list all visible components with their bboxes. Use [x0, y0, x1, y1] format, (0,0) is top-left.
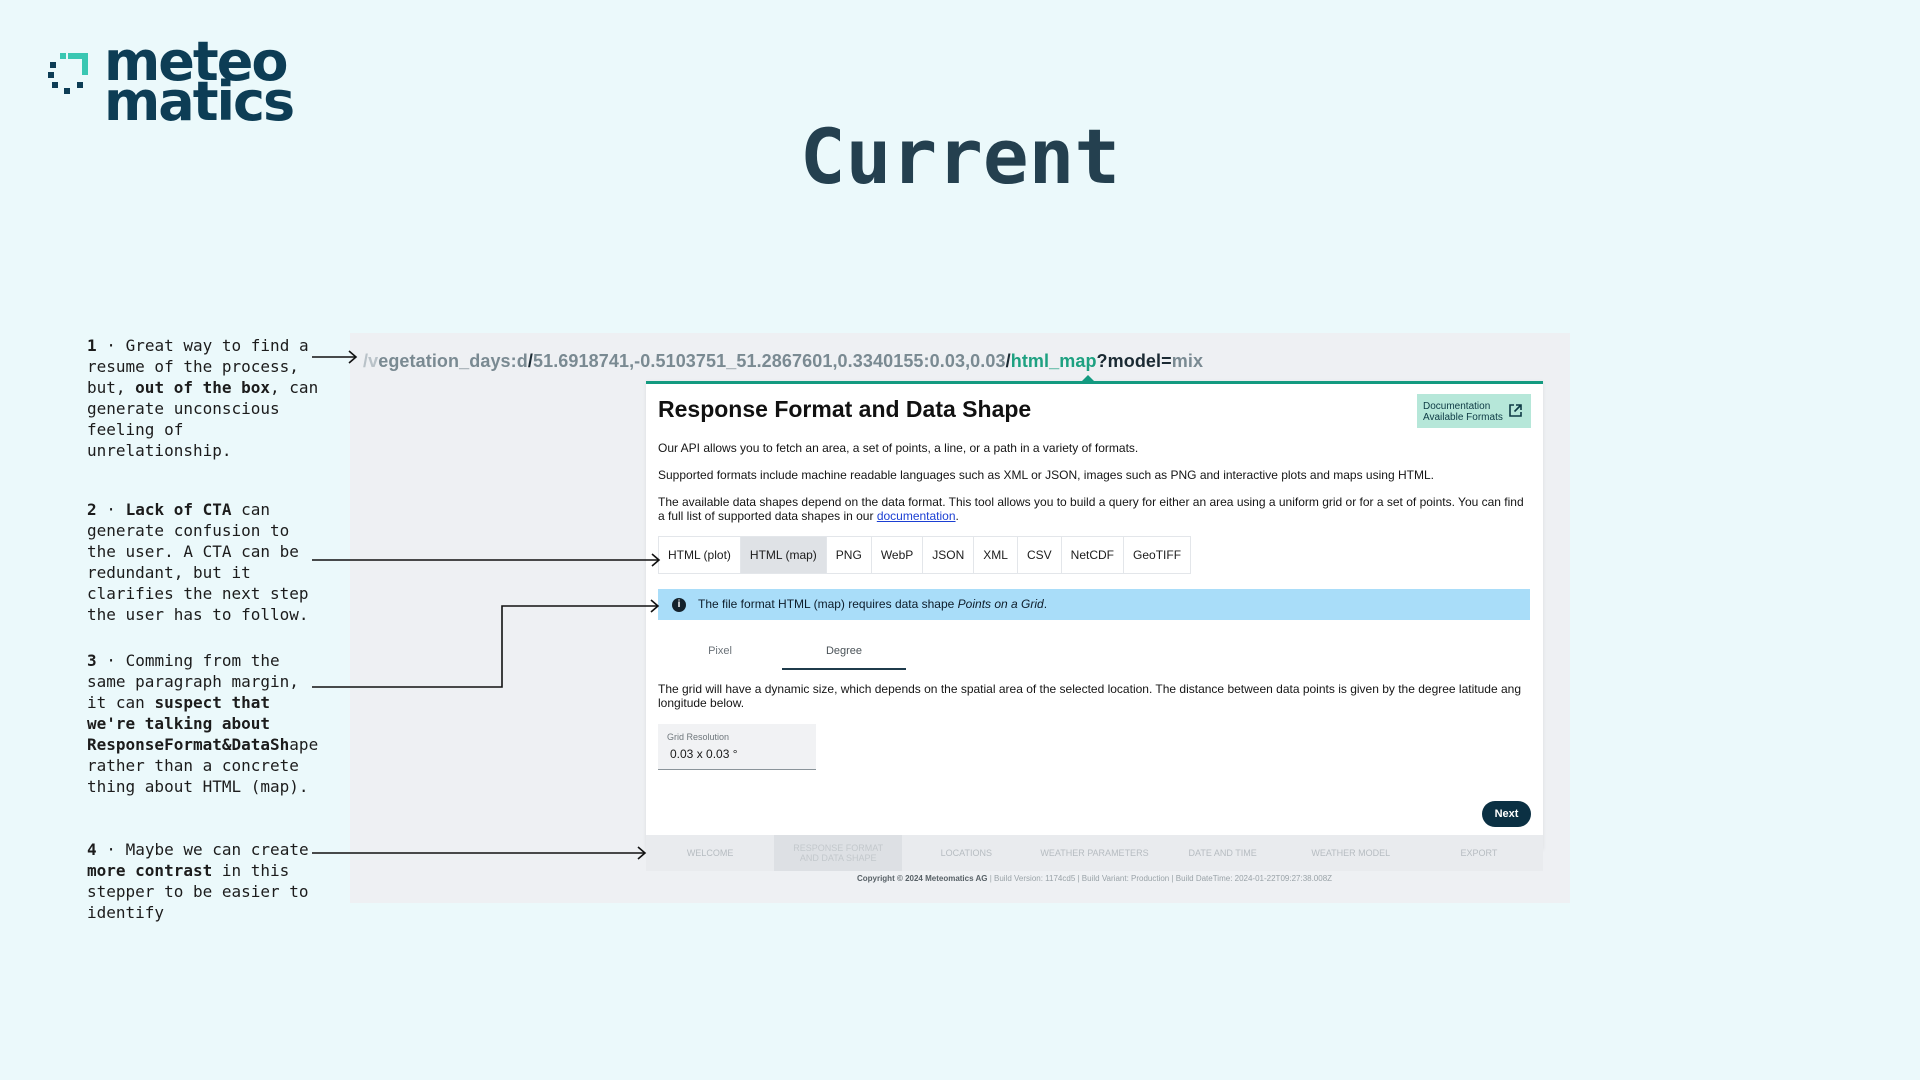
annotation-arrows: [312, 350, 661, 860]
arrow-3: [312, 605, 658, 688]
